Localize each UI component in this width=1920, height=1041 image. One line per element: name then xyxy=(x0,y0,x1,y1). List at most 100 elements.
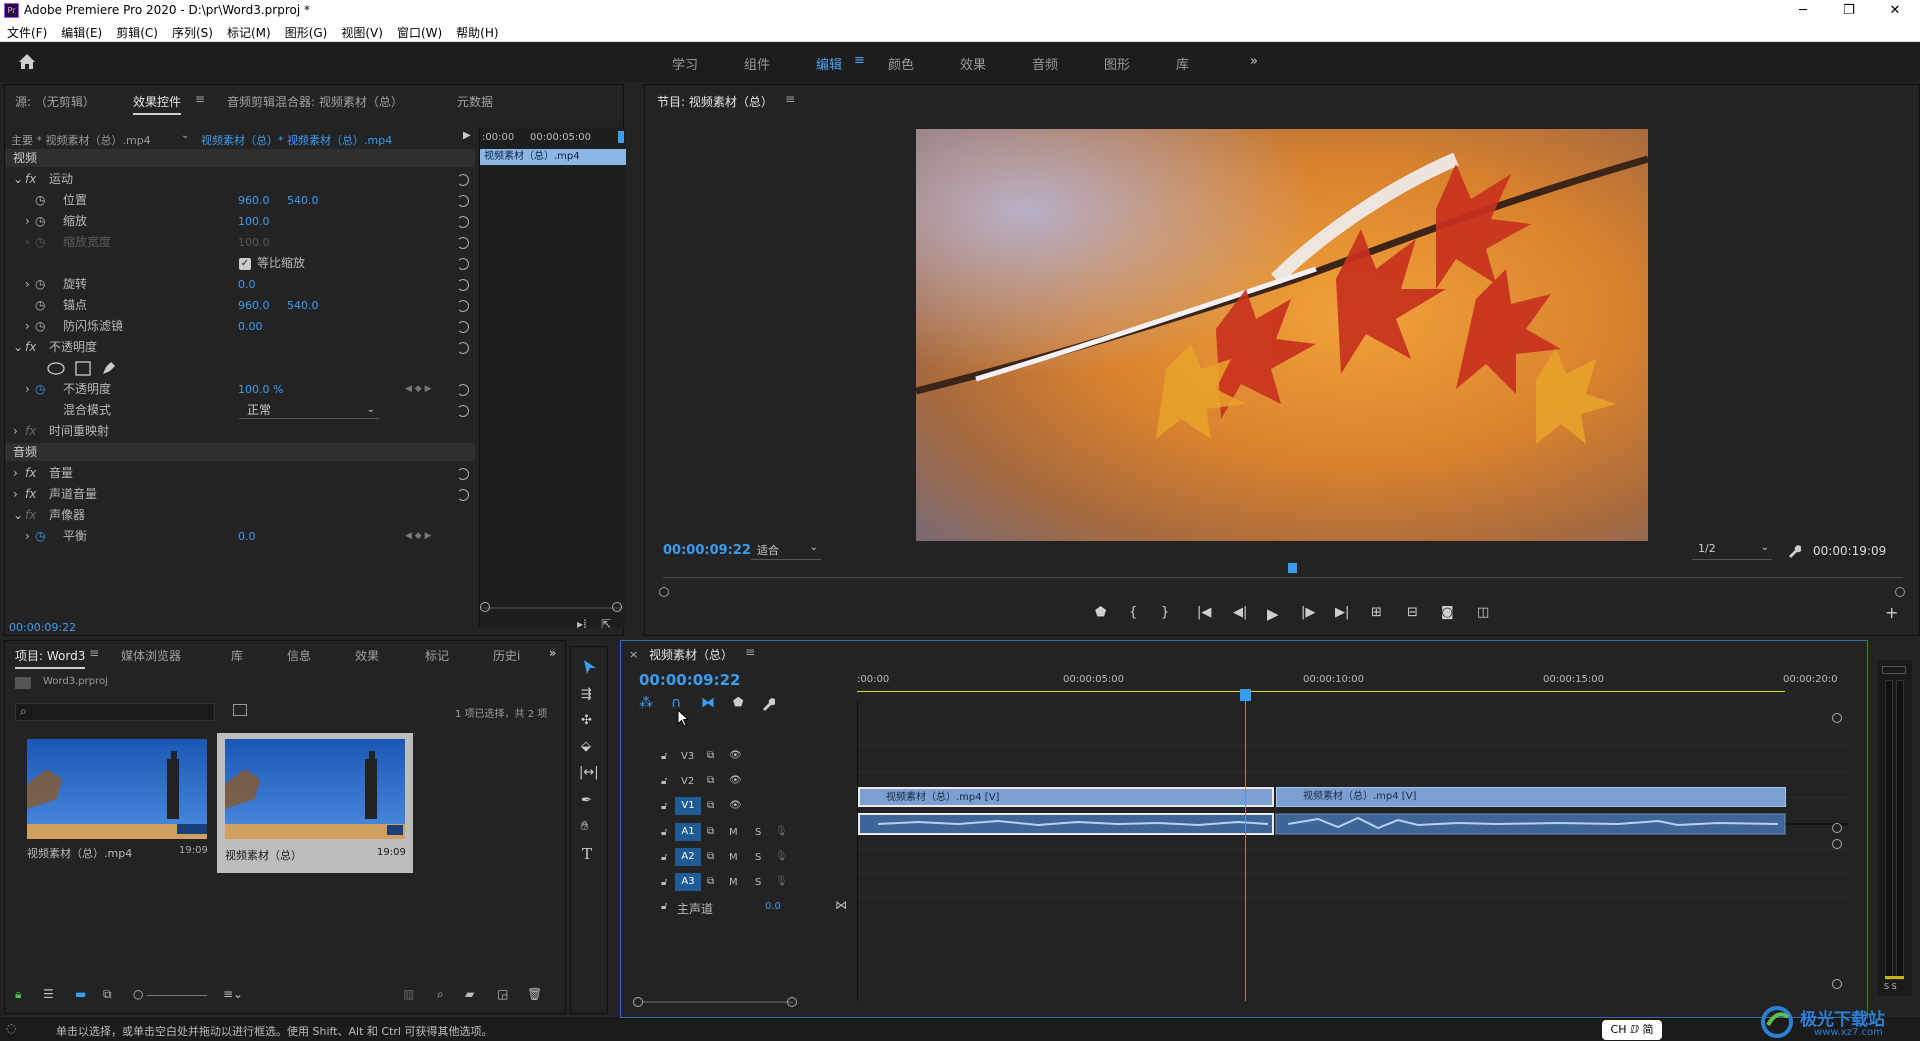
v3-sync-icon[interactable]: ⧉ xyxy=(707,750,714,761)
tab-history[interactable]: 历史i xyxy=(493,647,520,664)
a1-lock-icon[interactable]: 🔓︎ xyxy=(661,827,667,838)
tab-media-browser[interactable]: 媒体浏览器 xyxy=(121,647,181,664)
menu-file[interactable]: 文件(F) xyxy=(0,22,54,41)
tab-effect-controls[interactable]: 效果控件 xyxy=(133,93,182,115)
scale-stopwatch-icon[interactable]: ◷ xyxy=(35,211,45,232)
opacity-keyframe-nav[interactable]: ◀ ◆ ▶ xyxy=(405,379,432,400)
balance-stopwatch-icon[interactable]: ◷ xyxy=(35,526,45,547)
zoom-slider-handle[interactable]: ○ xyxy=(133,987,143,1001)
automate-icon[interactable]: ▥ xyxy=(403,987,414,1001)
meter-peak-indicator[interactable] xyxy=(1882,666,1906,674)
position-reset-icon[interactable] xyxy=(457,195,469,207)
razor-tool-icon[interactable]: ⬙ xyxy=(581,739,591,754)
mini-scroll-start-handle[interactable] xyxy=(480,602,490,612)
tab-info[interactable]: 信息 xyxy=(287,647,311,664)
v2-track-label[interactable]: V2 xyxy=(681,776,694,787)
workspace-effects[interactable]: 效果 xyxy=(960,54,986,73)
balance-value[interactable]: 0.0 xyxy=(238,526,256,547)
mini-playhead[interactable] xyxy=(618,131,624,143)
find-icon[interactable]: ⌕ xyxy=(437,987,444,1002)
mini-clip[interactable]: 视频素材（总）.mp4 xyxy=(480,149,626,165)
close-button[interactable]: ✕ xyxy=(1872,0,1918,22)
list-view-icon[interactable]: ☰ xyxy=(43,987,54,1001)
mark-out-icon[interactable]: } xyxy=(1161,605,1169,620)
tab-libraries[interactable]: 库 xyxy=(231,647,243,664)
a1-audio-clips[interactable] xyxy=(858,813,1786,837)
program-zoom-end-handle[interactable] xyxy=(1895,587,1905,597)
nest-toggle-icon[interactable]: ⁂ xyxy=(639,695,653,711)
hand-tool-icon[interactable]: ✋︎ xyxy=(581,819,588,834)
panner-row[interactable]: ⌄ fx 声像器 xyxy=(5,505,475,526)
home-icon[interactable] xyxy=(18,53,36,70)
timeline-settings-wrench-icon[interactable] xyxy=(761,697,775,711)
button-editor-plus-icon[interactable]: + xyxy=(1885,603,1898,622)
opacity-group-reset-icon[interactable] xyxy=(457,342,469,354)
v-scroll-mid-handle[interactable] xyxy=(1832,823,1842,833)
uniform-scale-reset-icon[interactable] xyxy=(457,258,469,270)
balance-keyframe-nav[interactable]: ◀ ◆ ▶ xyxy=(405,526,432,547)
timeline-menu-icon[interactable]: ≡ xyxy=(745,645,755,659)
slip-tool-icon[interactable]: |↔| xyxy=(579,765,599,780)
linked-selection-icon[interactable]: ⧓ xyxy=(701,695,715,711)
opacity-stopwatch-icon[interactable]: ◷ xyxy=(35,379,45,400)
workspace-color[interactable]: 颜色 xyxy=(888,54,914,73)
fit-select[interactable]: 适合 ⌄ xyxy=(751,542,821,560)
add-marker-icon[interactable]: ⬟ xyxy=(1095,605,1106,620)
export-frame-icon[interactable]: ⇱ xyxy=(601,617,611,631)
v1-clip-a[interactable]: 视频素材（总）.mp4 [V] xyxy=(858,787,1274,807)
program-zoom-start-handle[interactable] xyxy=(659,587,669,597)
rectangle-mask-icon[interactable] xyxy=(75,361,91,376)
workspace-audio[interactable]: 音频 xyxy=(1032,54,1058,73)
opacity-reset-icon[interactable] xyxy=(457,384,469,396)
scale-row[interactable]: › ◷ 缩放 100.0 xyxy=(5,211,475,232)
timeline-playhead[interactable] xyxy=(1239,689,1251,701)
blend-mode-select[interactable]: 正常 ⌄ xyxy=(239,401,379,419)
menu-view[interactable]: 视图(V) xyxy=(334,22,390,41)
balance-row[interactable]: › ◷ 平衡 0.0 ◀ ◆ ▶ xyxy=(5,526,475,547)
anchor-reset-icon[interactable] xyxy=(457,300,469,312)
menu-help[interactable]: 帮助(H) xyxy=(449,22,505,41)
a3-voiceover-icon[interactable]: 🎙︎ xyxy=(775,876,788,887)
workspace-menu-icon[interactable]: ≡ xyxy=(854,53,865,68)
selection-tool-icon[interactable] xyxy=(583,659,597,675)
menu-graphics[interactable]: 图形(G) xyxy=(278,22,335,41)
tab-source[interactable]: 源: （无剪辑） xyxy=(15,93,95,110)
add-marker-icon[interactable]: ⬟ xyxy=(733,695,743,709)
v-scroll-top-handle[interactable] xyxy=(1832,713,1842,723)
antiflicker-row[interactable]: › ◷ 防闪烁滤镜 0.00 xyxy=(5,316,475,337)
timeline-ruler[interactable]: :00:00 00:00:05:00 00:00:10:00 00:00:15:… xyxy=(857,671,1847,701)
extract-icon[interactable]: ⊟ xyxy=(1407,605,1418,620)
track-area[interactable]: 视频素材（总）.mp4 [V] 视频素材（总）.mp4 [V] xyxy=(857,689,1848,1001)
program-scrubber[interactable] xyxy=(663,563,1903,583)
scale-value[interactable]: 100.0 xyxy=(238,211,270,232)
v2-sync-icon[interactable]: ⧉ xyxy=(707,775,714,786)
new-search-bin-icon[interactable] xyxy=(233,704,247,716)
v1-lock-icon[interactable]: 🔓︎ xyxy=(661,801,667,812)
step-forward-icon[interactable]: |▶ xyxy=(1301,605,1315,620)
ellipse-mask-icon[interactable] xyxy=(47,362,65,375)
rotation-stopwatch-icon[interactable]: ◷ xyxy=(35,274,45,295)
a2-mute-button[interactable]: M xyxy=(729,852,738,863)
a2-voiceover-icon[interactable]: 🎙︎ xyxy=(775,851,788,862)
new-bin-icon[interactable]: ▰ xyxy=(465,987,474,1001)
uniform-scale-checkbox[interactable]: ✓ xyxy=(239,258,251,270)
master-go-to-end-icon[interactable]: ⋈ xyxy=(835,898,847,912)
program-timecode[interactable]: 00:00:09:22 xyxy=(663,543,751,558)
rotation-row[interactable]: › ◷ 旋转 0.0 xyxy=(5,274,475,295)
timeline-close-icon[interactable]: × xyxy=(629,648,638,661)
timeline-sequence-tab[interactable]: 视频素材（总） xyxy=(649,646,733,663)
sort-icon[interactable]: ≡⌄ xyxy=(223,987,243,1001)
menu-edit[interactable]: 编辑(E) xyxy=(54,22,109,41)
workspace-more-icon[interactable]: » xyxy=(1250,54,1258,69)
motion-row[interactable]: ⌄ fx 运动 xyxy=(5,169,475,190)
minimize-button[interactable]: ─ xyxy=(1780,0,1826,22)
a2-sync-icon[interactable]: ⧉ xyxy=(707,851,714,862)
workspace-learn[interactable]: 学习 xyxy=(672,54,698,73)
track-select-tool-icon[interactable]: ⇶ xyxy=(581,687,592,702)
workspace-graphics[interactable]: 图形 xyxy=(1104,54,1130,73)
type-tool-icon[interactable]: T xyxy=(582,845,592,863)
a2-track-label[interactable]: A2 xyxy=(675,848,701,866)
h-scrollbar[interactable] xyxy=(643,1001,793,1003)
a1-solo-button[interactable]: S xyxy=(755,827,761,838)
workspace-libraries[interactable]: 库 xyxy=(1176,54,1189,73)
